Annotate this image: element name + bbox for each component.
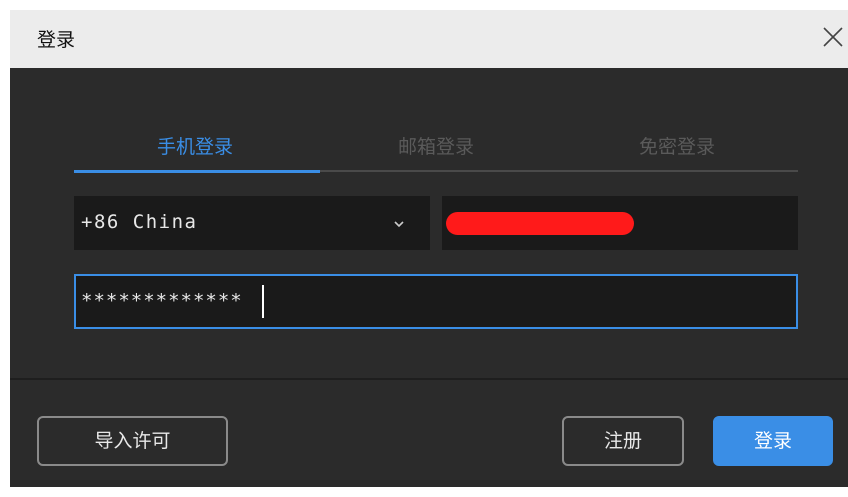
import-license-button[interactable]: 导入许可 (37, 416, 228, 466)
title-bar: 登录 (10, 10, 848, 68)
chevron-down-icon (392, 216, 406, 230)
tab-email-login[interactable]: 邮箱登录 (315, 132, 557, 159)
phone-number-input[interactable] (442, 196, 798, 250)
login-button[interactable]: 登录 (713, 416, 833, 466)
close-icon[interactable] (818, 22, 848, 52)
password-input[interactable]: ************* (74, 274, 798, 329)
text-caret (262, 285, 264, 318)
window-title: 登录 (37, 29, 76, 51)
active-tab-indicator (74, 170, 320, 173)
tab-passwordless-login[interactable]: 免密登录 (556, 132, 798, 159)
tab-phone-login[interactable]: 手机登录 (74, 132, 316, 159)
country-code-value: +86 China (81, 211, 198, 233)
login-dialog: 登录 手机登录 邮箱登录 免密登录 +86 China ************… (10, 10, 848, 487)
register-button[interactable]: 注册 (562, 416, 684, 466)
redacted-phone-number (446, 212, 634, 235)
footer-divider (10, 378, 848, 380)
country-code-select[interactable]: +86 China (74, 196, 430, 250)
password-value: ************* (81, 290, 243, 312)
